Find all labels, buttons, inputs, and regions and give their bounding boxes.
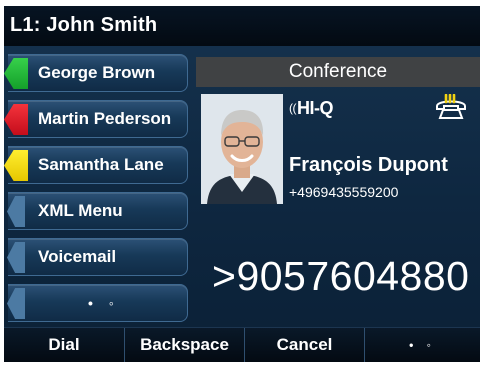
line-key-label: Samantha Lane bbox=[38, 155, 164, 174]
line-key-george-brown[interactable]: George Brown bbox=[4, 54, 188, 92]
soft-key-bar: Dial Backspace Cancel • ◦ bbox=[4, 327, 480, 362]
line-key-label: Martin Pederson bbox=[38, 109, 172, 128]
line-key-label: Voicemail bbox=[38, 247, 117, 266]
caller-name: François Dupont bbox=[289, 154, 448, 176]
phone-screen: L1: John Smith George Brown Martin Peder… bbox=[4, 6, 480, 362]
cancel-button[interactable]: Cancel bbox=[245, 328, 365, 362]
line-key-xml-menu[interactable]: XML Menu bbox=[8, 192, 188, 230]
line-key-samantha-lane[interactable]: Samantha Lane bbox=[4, 146, 188, 184]
presence-away-indicator bbox=[4, 150, 28, 181]
key-arrow-icon bbox=[4, 196, 28, 227]
contact-photo bbox=[201, 94, 283, 204]
more-softkeys-button[interactable]: • ◦ bbox=[365, 328, 480, 362]
line-title: L1: John Smith bbox=[4, 6, 480, 46]
backspace-button[interactable]: Backspace bbox=[125, 328, 245, 362]
call-state-bar: Conference bbox=[196, 57, 480, 87]
line-key-voicemail[interactable]: Voicemail bbox=[8, 238, 188, 276]
presence-busy-indicator bbox=[4, 104, 28, 135]
call-state-label: Conference bbox=[288, 61, 388, 82]
hi-q-audio-icon: ((HI-Q bbox=[289, 98, 334, 118]
key-arrow-icon bbox=[4, 288, 28, 319]
line-key-martin-pederson[interactable]: Martin Pederson bbox=[4, 100, 188, 138]
page-dots: • ◦ bbox=[88, 295, 120, 311]
line-key-label: George Brown bbox=[38, 63, 156, 82]
dialed-number-display[interactable]: >9057604880 bbox=[212, 253, 469, 300]
off-hook-phone-icon bbox=[436, 94, 466, 119]
line-key-label: XML Menu bbox=[38, 201, 123, 220]
caller-number: +4969435559200 bbox=[289, 184, 399, 200]
dial-button[interactable]: Dial bbox=[4, 328, 125, 362]
presence-available-indicator bbox=[4, 58, 28, 89]
line-key-more-pages[interactable]: • ◦ bbox=[8, 284, 188, 322]
avatar-portrait-icon bbox=[201, 94, 283, 204]
key-arrow-icon bbox=[4, 242, 28, 273]
